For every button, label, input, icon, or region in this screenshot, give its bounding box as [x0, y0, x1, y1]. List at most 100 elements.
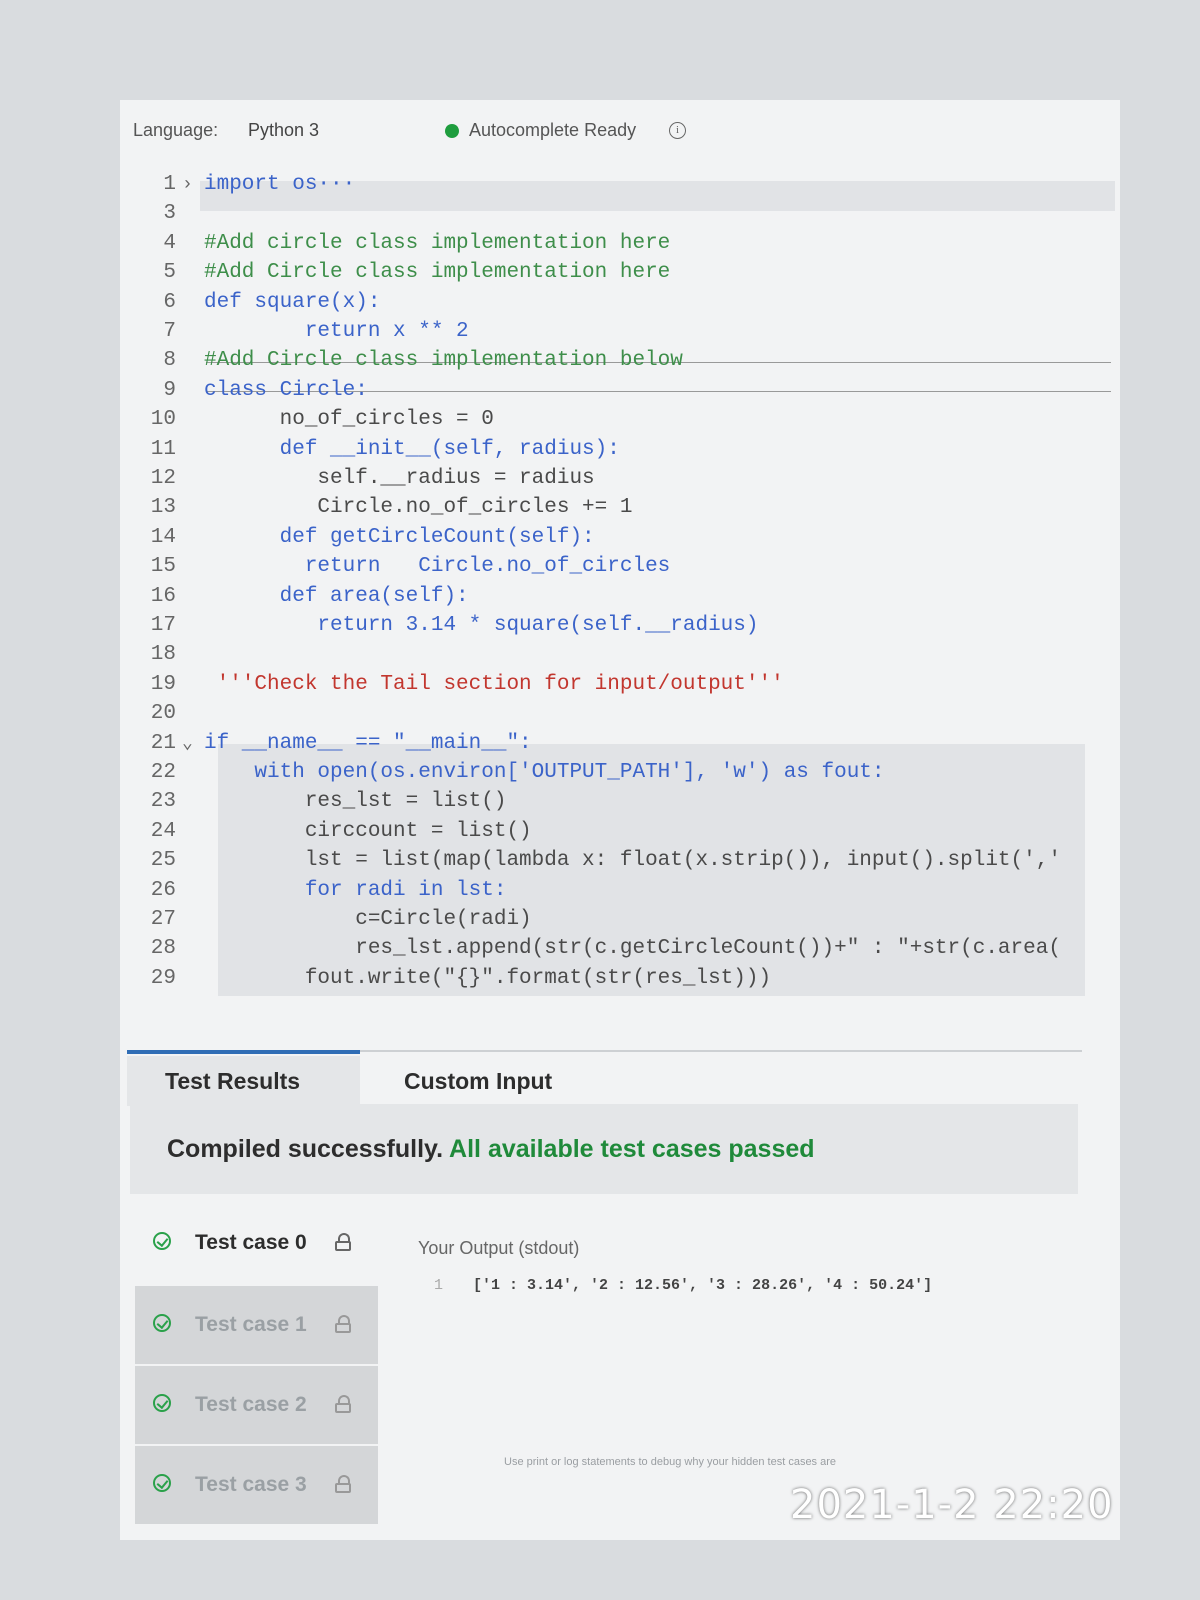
line-number: 19 — [150, 672, 176, 696]
passed-message: All available test cases passed — [449, 1135, 815, 1163]
lock-icon — [335, 1315, 351, 1333]
line-number: 10 — [150, 408, 176, 432]
line-number: 15 — [150, 555, 176, 579]
code-line[interactable]: 26 for radi in lst: — [140, 876, 1115, 906]
code-text: no_of_circles = 0 — [204, 408, 494, 432]
code-line[interactable]: 14 def getCircleCount(self): — [140, 523, 1115, 553]
status-dot-icon — [445, 124, 459, 138]
code-text: def getCircleCount(self): — [204, 525, 595, 549]
code-line[interactable]: 1 › import os··· — [140, 170, 1115, 200]
code-text: lst = list(map(lambda x: float(x.strip()… — [204, 849, 1061, 873]
line-number: 25 — [150, 849, 176, 873]
code-text: def area(self): — [204, 584, 469, 608]
code-text: def square(x): — [204, 290, 381, 314]
line-number: 13 — [150, 496, 176, 520]
code-line[interactable]: 29 fout.write("{}".format(str(res_lst))) — [140, 964, 1115, 994]
lock-icon — [335, 1395, 351, 1413]
code-text: return Circle.no_of_circles — [204, 555, 671, 579]
code-text: '''Check the Tail section for input/outp… — [204, 672, 784, 696]
fold-toggle-icon[interactable]: › — [182, 170, 193, 200]
output-line: 1 ['1 : 3.14', '2 : 12.56', '3 : 28.26', … — [434, 1277, 932, 1294]
photo-timestamp: 2021-1-2 22:20 — [790, 1482, 1114, 1528]
test-case-label: Test case 3 — [195, 1473, 307, 1496]
code-line[interactable]: 21 ⌄ if __name__ == "__main__": — [140, 729, 1115, 759]
lock-icon — [335, 1233, 351, 1251]
line-number: 17 — [150, 614, 176, 637]
code-line[interactable]: 19 '''Check the Tail section for input/o… — [140, 670, 1115, 700]
code-line[interactable]: 13 Circle.no_of_circles += 1 — [140, 493, 1115, 523]
tab-test-results[interactable]: Test Results — [127, 1056, 360, 1106]
code-text: circcount = list() — [204, 819, 532, 843]
output-label: Your Output (stdout) — [418, 1238, 580, 1258]
code-line[interactable]: 12 self.__radius = radius — [140, 464, 1115, 494]
code-line[interactable]: 7 return x ** 2 — [140, 317, 1115, 347]
line-number: 12 — [150, 467, 176, 490]
output-line-number: 1 — [434, 1277, 444, 1294]
code-text: c=Circle(radi) — [204, 908, 532, 931]
code-line[interactable]: 6 def square(x): — [140, 288, 1115, 318]
code-line[interactable]: 10 no_of_circles = 0 — [140, 405, 1115, 435]
code-line[interactable]: 23 res_lst = list() — [140, 787, 1115, 817]
line-number: 5 — [163, 261, 176, 285]
line-number: 16 — [150, 584, 176, 608]
code-text: return x ** 2 — [204, 320, 469, 343]
test-case-item[interactable]: Test case 3 — [135, 1446, 378, 1524]
code-line[interactable]: 11 def __init__(self, radius): — [140, 435, 1115, 465]
code-text: #Add Circle class implementation here — [204, 261, 671, 285]
line-number: 1 — [163, 173, 176, 196]
code-line[interactable]: 20 — [140, 699, 1115, 729]
code-text: #Add Circle class implementation below — [204, 349, 683, 373]
code-text: res_lst = list() — [204, 790, 507, 814]
line-number: 23 — [150, 790, 176, 814]
code-line[interactable]: 4 #Add circle class implementation here — [140, 229, 1115, 259]
line-number: 14 — [150, 525, 176, 549]
code-line[interactable]: 27 c=Circle(radi) — [140, 905, 1115, 935]
line-number: 7 — [163, 320, 176, 343]
line-number: 24 — [150, 819, 176, 843]
result-banner: Compiled successfully. All available tes… — [130, 1104, 1078, 1194]
line-number: 28 — [150, 937, 176, 961]
test-case-item[interactable]: Test case 1 — [135, 1286, 378, 1364]
line-number: 4 — [163, 231, 176, 255]
code-text: def __init__(self, radius): — [204, 437, 620, 461]
code-line[interactable]: 9 class Circle: — [140, 376, 1115, 406]
line-number: 21 — [150, 731, 176, 755]
check-circle-icon — [153, 1232, 171, 1250]
fold-toggle-icon[interactable]: ⌄ — [182, 729, 193, 759]
lock-icon — [335, 1475, 351, 1493]
code-text: with open(os.environ['OUTPUT_PATH'], 'w'… — [204, 761, 885, 784]
test-case-item[interactable]: Test case 0 — [135, 1204, 378, 1282]
code-text: Circle.no_of_circles += 1 — [204, 496, 633, 520]
code-text: #Add circle class implementation here — [204, 231, 671, 255]
code-line[interactable]: 15 return Circle.no_of_circles — [140, 552, 1115, 582]
line-number: 6 — [163, 290, 176, 314]
code-line[interactable]: 17 return 3.14 * square(self.__radius) — [140, 611, 1115, 641]
code-text: return 3.14 * square(self.__radius) — [204, 614, 759, 637]
code-line[interactable]: 24 circcount = list() — [140, 817, 1115, 847]
check-circle-icon — [153, 1314, 171, 1332]
test-case-item[interactable]: Test case 2 — [135, 1366, 378, 1444]
code-editor[interactable]: 1 › import os··· 3 4 #Add circle class implem… — [140, 170, 1115, 1015]
info-icon[interactable]: i — [669, 122, 686, 139]
code-line[interactable]: 25 lst = list(map(lambda x: float(x.stri… — [140, 846, 1115, 876]
language-label: Language: — [133, 120, 219, 140]
line-number: 27 — [150, 908, 176, 931]
test-case-label: Test case 0 — [195, 1231, 307, 1254]
line-number: 20 — [150, 702, 176, 726]
code-line[interactable]: 22 with open(os.environ['OUTPUT_PATH'], … — [140, 758, 1115, 788]
line-number: 9 — [163, 378, 176, 402]
code-line[interactable]: 5 #Add Circle class implementation here — [140, 258, 1115, 288]
tab-custom-input[interactable]: Custom Input — [404, 1056, 552, 1106]
code-text: res_lst.append(str(c.getCircleCount())+"… — [204, 937, 1061, 961]
output-text: ['1 : 3.14', '2 : 12.56', '3 : 28.26', '… — [473, 1277, 933, 1294]
code-text: for radi in lst: — [204, 878, 507, 902]
editor-toolbar: Language: Python 3 Autocomplete Ready i — [133, 120, 1093, 150]
line-number: 8 — [163, 349, 176, 373]
code-line[interactable]: 3 — [140, 199, 1115, 229]
code-line[interactable]: 16 def area(self): — [140, 582, 1115, 612]
code-line[interactable]: 28 res_lst.append(str(c.getCircleCount()… — [140, 934, 1115, 964]
code-line[interactable]: 18 — [140, 640, 1115, 670]
language-select[interactable]: Python 3 — [248, 120, 319, 141]
code-text: if __name__ == "__main__": — [204, 731, 532, 755]
code-line[interactable]: 8 #Add Circle class implementation below — [140, 346, 1115, 376]
